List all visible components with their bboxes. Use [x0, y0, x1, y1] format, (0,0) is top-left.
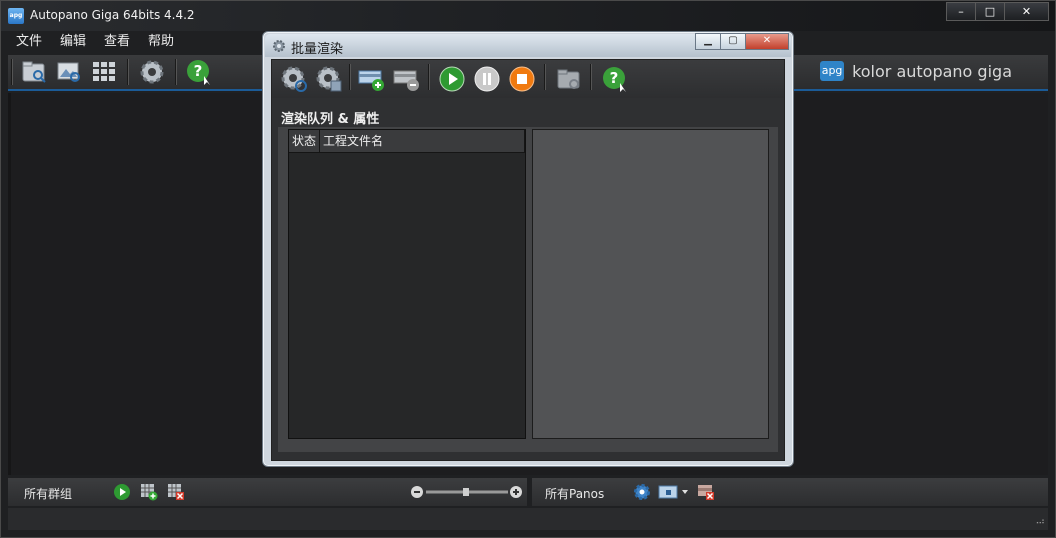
dialog-controls: ▁ ▢ ✕ — [695, 33, 789, 50]
menu-help[interactable]: 帮助 — [148, 32, 174, 52]
app-icon: apg — [8, 8, 24, 24]
open-folder-icon[interactable] — [555, 65, 583, 93]
menu-file[interactable]: 文件 — [16, 32, 42, 52]
column-status[interactable]: 状态 — [289, 130, 320, 153]
help-icon[interactable]: ? — [185, 58, 213, 86]
dialog-body: ? 渲染队列 & 属性 状态 工程文件名 — [271, 59, 785, 461]
svg-text:?: ? — [610, 69, 619, 87]
add-pano-icon[interactable] — [357, 65, 385, 93]
add-group-icon[interactable] — [140, 483, 158, 501]
toolbar-separator — [175, 59, 177, 85]
dialog-minimize-button[interactable]: ▁ — [695, 33, 721, 50]
render-dropdown-icon[interactable] — [658, 483, 690, 501]
render-queue-table[interactable]: 状态 工程文件名 — [288, 129, 526, 439]
remove-group-icon[interactable] — [167, 483, 185, 501]
toolbar-separator — [127, 59, 129, 85]
properties-panel — [532, 129, 769, 439]
dialog-title: 批量渲染 — [291, 42, 344, 57]
queue-panel-frame: 状态 工程文件名 — [278, 127, 778, 452]
select-all-icon[interactable] — [90, 58, 118, 86]
resize-grip-icon[interactable]: ⠠⠴ — [1033, 517, 1045, 527]
window-controls: – □ ✕ — [946, 2, 1049, 21]
help-icon[interactable]: ? — [601, 65, 629, 93]
svg-text:?: ? — [194, 62, 203, 80]
brand-logo: apg — [820, 61, 845, 81]
toolbar-separator — [590, 64, 592, 90]
batch-render-dialog: 批量渲染 ▁ ▢ ✕ ? 渲染队列 & 属性 状态 工程文件名 — [262, 31, 794, 467]
gear-icon — [273, 40, 285, 52]
render-queue-title: 渲染队列 & 属性 — [281, 112, 380, 127]
brand: apg kolor autopano giga — [820, 61, 1012, 81]
groups-bar: 所有群组 — [8, 478, 527, 506]
settings-gear-icon[interactable] — [138, 58, 166, 86]
status-bar: ⠠⠴ — [8, 508, 1048, 530]
toolbar-separator — [349, 64, 351, 90]
window-title: Autopano Giga 64bits 4.4.2 — [30, 8, 195, 22]
zoom-slider[interactable] — [410, 485, 523, 499]
stop-icon[interactable] — [508, 65, 536, 93]
left-splitter[interactable] — [8, 93, 11, 475]
dialog-maximize-button[interactable]: ▢ — [720, 33, 746, 50]
remove-pano-icon[interactable] — [392, 65, 420, 93]
dialog-toolbar: ? — [272, 60, 784, 98]
dialog-close-button[interactable]: ✕ — [745, 33, 789, 50]
detect-images-icon[interactable] — [55, 58, 83, 86]
table-header: 状态 工程文件名 — [289, 130, 525, 153]
all-panos-label: 所有Panos — [545, 487, 605, 501]
add-group-icon[interactable] — [280, 65, 308, 93]
all-groups-label: 所有群组 — [24, 487, 73, 501]
open-folder-icon[interactable] — [20, 58, 48, 86]
minimize-button[interactable]: – — [946, 2, 976, 21]
menu-edit[interactable]: 编辑 — [60, 32, 86, 52]
play-icon[interactable] — [438, 65, 466, 93]
toolbar-separator — [544, 64, 546, 90]
menu-view[interactable]: 查看 — [104, 32, 130, 52]
dialog-title-bar[interactable]: 批量渲染 ▁ ▢ ✕ — [265, 33, 791, 57]
menu-bar: 文件 编辑 查看 帮助 — [7, 32, 183, 52]
column-project-file[interactable]: 工程文件名 — [320, 130, 525, 153]
remove-pano-icon[interactable] — [697, 483, 715, 501]
brand-name: kolor autopano giga — [852, 61, 1012, 81]
close-button[interactable]: ✕ — [1004, 2, 1049, 21]
save-settings-icon[interactable] — [315, 65, 343, 93]
toolbar-separator — [11, 59, 13, 85]
toolbar-separator — [428, 64, 430, 90]
pause-icon[interactable] — [473, 65, 501, 93]
panos-bar: 所有Panos — [532, 478, 1048, 506]
settings-gear-icon[interactable] — [633, 483, 651, 501]
maximize-button[interactable]: □ — [975, 2, 1005, 21]
play-icon[interactable] — [113, 483, 131, 501]
title-bar[interactable]: apg Autopano Giga 64bits 4.4.2 – □ ✕ — [1, 1, 1055, 31]
